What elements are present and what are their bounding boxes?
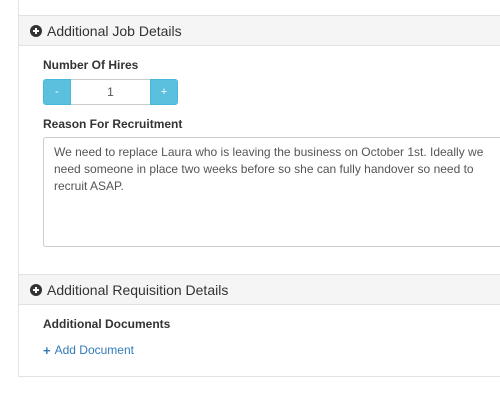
requisition-form-panel: Additional Job Details Number Of Hires -… <box>18 0 500 377</box>
page: Additional Job Details Number Of Hires -… <box>0 0 500 400</box>
section-header-requisition-details[interactable]: Additional Requisition Details <box>19 274 500 305</box>
number-of-hires-stepper: - 1 + <box>43 79 178 105</box>
plus-circle-icon <box>30 283 42 296</box>
section-title-job-details: Additional Job Details <box>47 22 182 39</box>
additional-documents-label: Additional Documents <box>43 317 171 331</box>
increment-button[interactable]: + <box>150 79 178 105</box>
add-document-label: Add Document <box>54 343 134 357</box>
add-document-link[interactable]: + Add Document <box>43 343 134 357</box>
decrement-button[interactable]: - <box>43 79 71 105</box>
reason-for-recruitment-label: Reason For Recruitment <box>43 117 183 131</box>
section-title-requisition-details: Additional Requisition Details <box>47 281 229 298</box>
plus-icon: + <box>43 342 51 358</box>
section-header-job-details[interactable]: Additional Job Details <box>19 15 500 46</box>
number-of-hires-label: Number Of Hires <box>43 58 139 72</box>
plus-circle-icon <box>30 24 42 37</box>
reason-for-recruitment-textarea[interactable]: We need to replace Laura who is leaving … <box>43 137 500 247</box>
number-of-hires-input[interactable]: 1 <box>71 79 150 105</box>
